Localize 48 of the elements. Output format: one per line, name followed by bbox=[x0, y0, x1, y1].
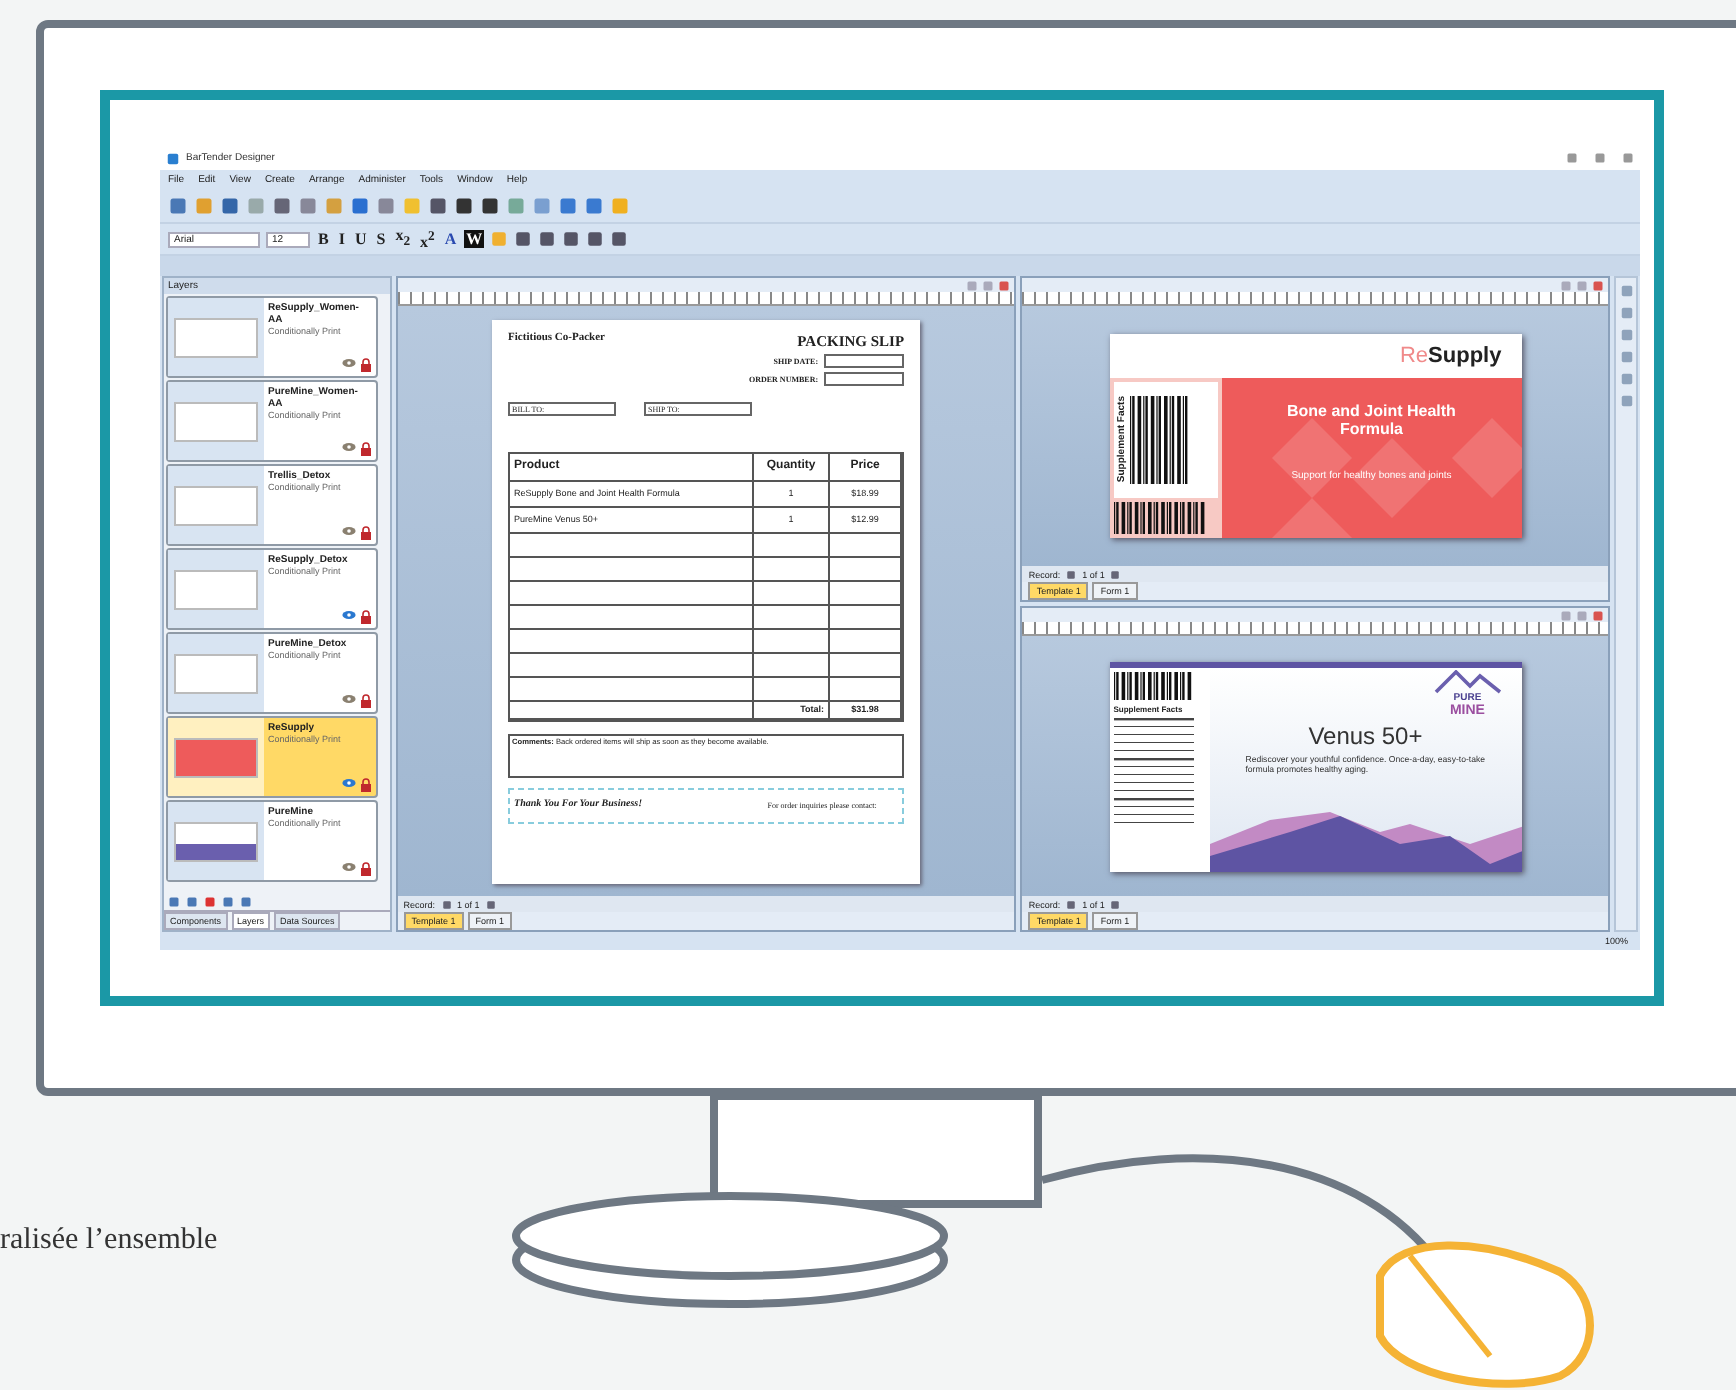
product-title: Bone and Joint Health Formula bbox=[1284, 402, 1458, 438]
form-thumbnail bbox=[174, 317, 258, 357]
lock-icon[interactable] bbox=[359, 358, 372, 372]
empty-table-cell bbox=[754, 677, 831, 701]
empty-table-cell bbox=[754, 581, 831, 605]
text-color-button[interactable]: A bbox=[442, 230, 459, 248]
product-title: Venus 50+ bbox=[1308, 721, 1423, 749]
label-thumbnail bbox=[174, 821, 258, 861]
eye-icon[interactable] bbox=[341, 778, 356, 788]
barcode-drawing bbox=[1113, 671, 1194, 699]
barcode-drawing bbox=[1113, 502, 1210, 534]
eye-icon[interactable] bbox=[341, 694, 356, 704]
format-button[interactable]: I bbox=[336, 230, 347, 248]
form-thumbnail bbox=[174, 569, 258, 609]
app-icon[interactable] bbox=[166, 151, 180, 165]
date-field bbox=[824, 353, 905, 367]
eye-icon[interactable] bbox=[341, 526, 356, 536]
lock-icon[interactable] bbox=[359, 778, 372, 792]
eye-icon[interactable] bbox=[341, 610, 356, 620]
empty-table-cell bbox=[754, 605, 831, 629]
lock-icon[interactable] bbox=[359, 442, 372, 456]
lock-icon[interactable] bbox=[359, 862, 372, 876]
facts-lines-drawing bbox=[1129, 396, 1190, 484]
format-button[interactable]: U bbox=[352, 230, 369, 248]
empty-table-cell bbox=[754, 557, 831, 581]
mountain-logo-icon bbox=[1433, 669, 1502, 693]
eye-icon[interactable] bbox=[341, 358, 356, 368]
label-thumbnail bbox=[174, 737, 258, 777]
body-text: ralisée l’ensemble bbox=[0, 1224, 218, 1258]
empty-table-cell bbox=[754, 653, 831, 677]
format-button[interactable]: S bbox=[374, 230, 388, 248]
form-thumbnail bbox=[174, 401, 258, 441]
facts-table-drawing bbox=[1113, 717, 1194, 827]
eye-icon[interactable] bbox=[341, 862, 356, 872]
form-thumbnail bbox=[174, 485, 258, 525]
form-thumbnail bbox=[174, 653, 258, 693]
format-button[interactable]: x$^{2}$ bbox=[418, 227, 437, 251]
order-field bbox=[824, 371, 905, 385]
inverse-button[interactable]: W bbox=[464, 230, 485, 248]
lock-icon[interactable] bbox=[359, 694, 372, 708]
format-button[interactable]: x$_{2}$ bbox=[393, 226, 413, 252]
lock-icon[interactable] bbox=[359, 526, 372, 540]
brand-logo: ReSupply bbox=[1399, 344, 1502, 368]
empty-table-cell bbox=[754, 533, 831, 557]
format-button[interactable]: B bbox=[316, 230, 331, 248]
lock-icon[interactable] bbox=[359, 610, 372, 624]
empty-table-cell bbox=[754, 629, 831, 653]
eye-icon[interactable] bbox=[341, 442, 356, 452]
